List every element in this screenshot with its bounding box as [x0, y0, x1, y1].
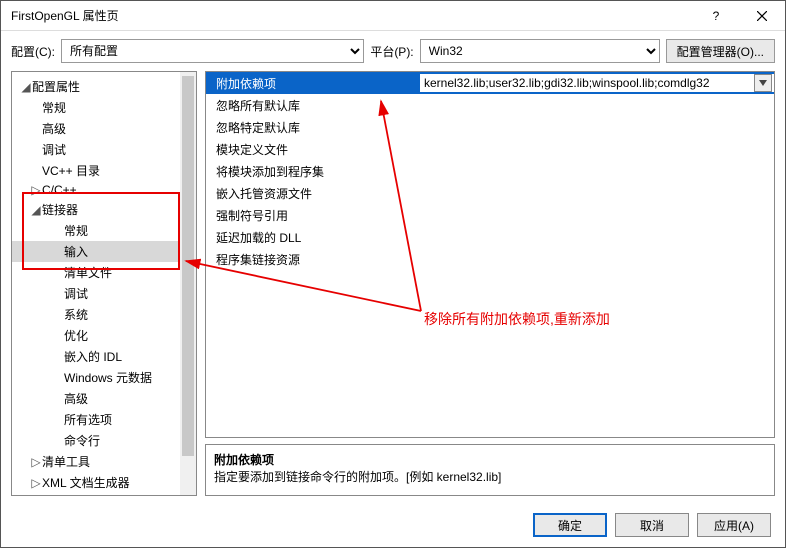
tree-vcdirs[interactable]: VC++ 目录	[12, 160, 196, 181]
tree-root[interactable]: ◢配置属性	[12, 76, 196, 97]
grid-row-selected[interactable]: 附加依赖项 kernel32.lib;user32.lib;gdi32.lib;…	[206, 72, 774, 94]
grid-row[interactable]: 忽略特定默认库	[206, 116, 774, 138]
prop-value[interactable]: kernel32.lib;user32.lib;gdi32.lib;winspo…	[420, 74, 774, 92]
desc-text: 指定要添加到链接命令行的附加项。[例如 kernel32.lib]	[214, 468, 766, 485]
tree-browse-info[interactable]: ▷浏览信息	[12, 493, 196, 496]
config-toolbar: 配置(C): 所有配置 平台(P): Win32 配置管理器(O)...	[1, 31, 785, 71]
tree-linker-adv[interactable]: 高级	[12, 388, 196, 409]
tree-linker[interactable]: ◢链接器	[12, 199, 196, 220]
ok-button[interactable]: 确定	[533, 513, 607, 537]
tree-linker-system[interactable]: 系统	[12, 304, 196, 325]
tree-manifest-tool[interactable]: ▷清单工具	[12, 451, 196, 472]
close-button[interactable]	[739, 1, 785, 31]
grid-row[interactable]: 强制符号引用	[206, 204, 774, 226]
collapse-icon: ◢	[20, 80, 32, 94]
tree-linker-all[interactable]: 所有选项	[12, 409, 196, 430]
grid-row[interactable]: 模块定义文件	[206, 138, 774, 160]
window-title: FirstOpenGL 属性页	[11, 7, 693, 24]
expand-icon: ▷	[30, 455, 42, 469]
tree-linker-idl[interactable]: 嵌入的 IDL	[12, 346, 196, 367]
platform-label: 平台(P):	[370, 43, 413, 60]
grid-row[interactable]: 延迟加载的 DLL	[206, 226, 774, 248]
description-panel: 附加依赖项 指定要添加到链接命令行的附加项。[例如 kernel32.lib]	[205, 444, 775, 496]
tree-debug[interactable]: 调试	[12, 139, 196, 160]
titlebar: FirstOpenGL 属性页 ?	[1, 1, 785, 31]
tree-linker-manifest[interactable]: 清单文件	[12, 262, 196, 283]
tree-linker-debug[interactable]: 调试	[12, 283, 196, 304]
close-icon	[757, 11, 767, 21]
grid-row[interactable]: 忽略所有默认库	[206, 94, 774, 116]
expand-icon: ▷	[30, 183, 42, 197]
tree-xml-doc[interactable]: ▷XML 文档生成器	[12, 472, 196, 493]
tree-linker-optimize[interactable]: 优化	[12, 325, 196, 346]
desc-title: 附加依赖项	[214, 451, 766, 468]
prop-name: 附加依赖项	[206, 75, 420, 92]
tree-linker-winmd[interactable]: Windows 元数据	[12, 367, 196, 388]
platform-select[interactable]: Win32	[420, 39, 660, 63]
dialog-buttons: 确定 取消 应用(A)	[533, 513, 771, 537]
config-select[interactable]: 所有配置	[61, 39, 364, 63]
property-grid[interactable]: 附加依赖项 kernel32.lib;user32.lib;gdi32.lib;…	[205, 71, 775, 438]
tree-linker-input[interactable]: 输入	[12, 241, 196, 262]
help-button[interactable]: ?	[693, 1, 739, 31]
apply-button[interactable]: 应用(A)	[697, 513, 771, 537]
config-label: 配置(C):	[11, 43, 55, 60]
tree-scrollbar[interactable]	[180, 72, 196, 495]
nav-tree[interactable]: ◢配置属性 常规 高级 调试 VC++ 目录 ▷C/C++ ◢链接器 常规 输入…	[11, 71, 197, 496]
grid-row[interactable]: 嵌入托管资源文件	[206, 182, 774, 204]
tree-general[interactable]: 常规	[12, 97, 196, 118]
config-manager-button[interactable]: 配置管理器(O)...	[666, 39, 775, 63]
grid-row[interactable]: 将模块添加到程序集	[206, 160, 774, 182]
collapse-icon: ◢	[30, 203, 42, 217]
cancel-button[interactable]: 取消	[615, 513, 689, 537]
scrollbar-thumb[interactable]	[182, 76, 194, 456]
tree-linker-cmd[interactable]: 命令行	[12, 430, 196, 451]
grid-row[interactable]: 程序集链接资源	[206, 248, 774, 270]
tree-linker-general[interactable]: 常规	[12, 220, 196, 241]
tree-cpp[interactable]: ▷C/C++	[12, 181, 196, 199]
annotation-text: 移除所有附加依赖项,重新添加	[424, 309, 610, 329]
dropdown-icon[interactable]	[754, 74, 772, 92]
tree-advanced[interactable]: 高级	[12, 118, 196, 139]
expand-icon: ▷	[30, 476, 42, 490]
